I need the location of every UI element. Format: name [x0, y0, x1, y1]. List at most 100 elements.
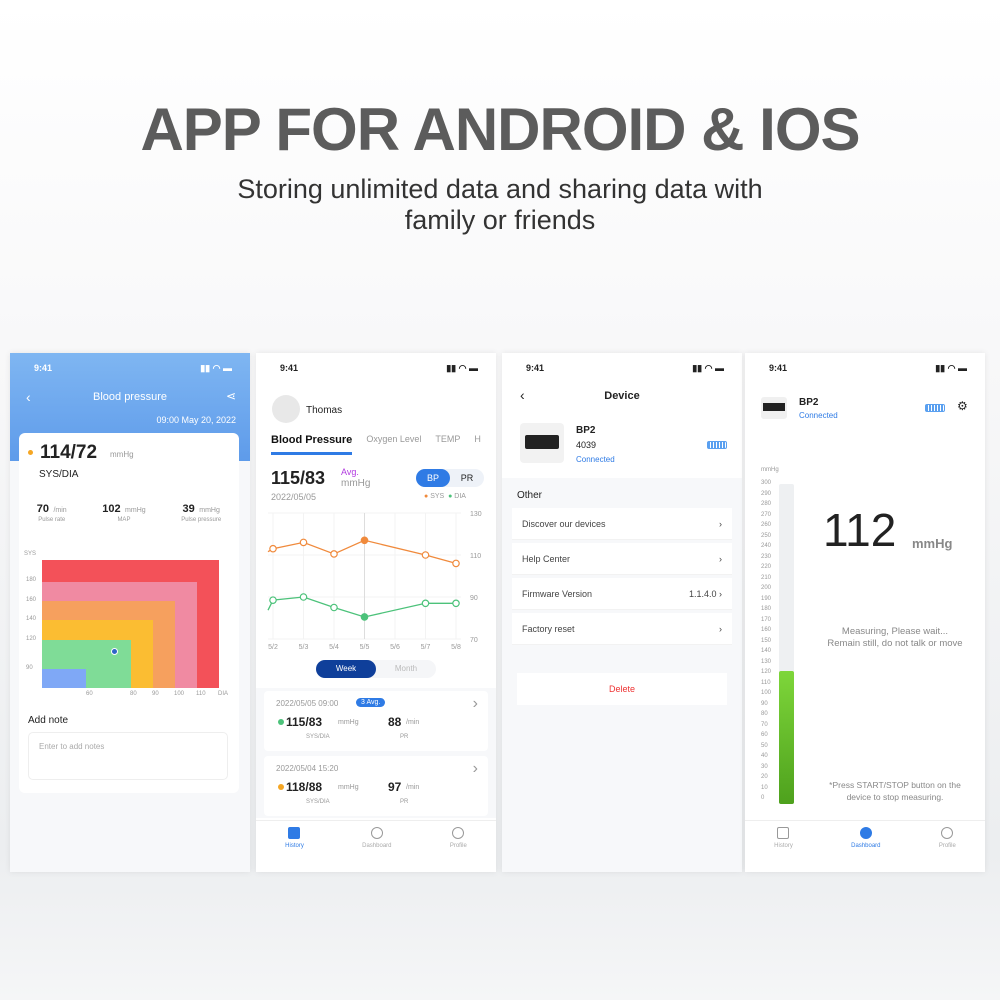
tab-dashboard[interactable]: Dashboard	[851, 827, 881, 872]
status-icons: ▮▮ ◠ ▬	[446, 363, 478, 373]
gauge-tick: 280	[761, 501, 772, 507]
tab-history[interactable]: History	[285, 827, 304, 872]
share-icon[interactable]: ⋖	[226, 389, 236, 403]
gauge-tick: 0	[761, 795, 765, 801]
legend-dia: DIA	[454, 493, 466, 500]
toggle-pr[interactable]: PR	[450, 469, 484, 487]
tab-profile[interactable]: Profile	[939, 827, 956, 872]
menu-firmware-version[interactable]: Firmware Version 1.1.4.0 ›	[512, 578, 732, 610]
bp-unit: mmHg	[110, 450, 134, 459]
zone-blue	[42, 669, 86, 688]
user-name: Thomas	[306, 405, 343, 416]
x-tick-label: 5/8	[451, 644, 461, 651]
record-time: 2022/05/04 15:20	[276, 764, 339, 773]
x-tick-label: 5/3	[299, 644, 309, 651]
stat-unit: mmHg	[199, 507, 220, 514]
note-input[interactable]: Enter to add notes	[28, 732, 228, 780]
gauge-tick: 270	[761, 511, 772, 518]
tab-label: Dashboard	[362, 843, 392, 849]
tab-bar: History Dashboard Profile	[256, 820, 496, 872]
gauge-tick: 70	[761, 721, 768, 728]
stat-pulse-rate: 70 /min Pulse rate	[37, 499, 67, 523]
tab-dashboard[interactable]: Dashboard	[362, 827, 392, 872]
status-time: 9:41	[34, 363, 53, 373]
record-pr-label: PR	[400, 799, 409, 805]
y-tick: 90	[26, 665, 33, 671]
tab-profile[interactable]: Profile	[450, 827, 467, 872]
x-tick-label: 5/7	[421, 644, 431, 651]
history-icon	[777, 827, 790, 839]
legend-sys: SYS	[430, 493, 445, 500]
hero: APP FOR ANDROID & IOS Storing unlimited …	[0, 95, 1000, 236]
toggle-bp[interactable]: BP	[416, 469, 450, 487]
chevron-right-icon: ›	[719, 588, 722, 599]
stat-unit: /min	[53, 507, 67, 514]
chevron-right-icon: ›	[719, 518, 722, 529]
tab-label: Dashboard	[851, 843, 881, 849]
gauge-tick: 30	[761, 763, 768, 770]
y-tick-label: 110	[470, 553, 481, 560]
tab-bar: History Dashboard Profile	[745, 820, 985, 872]
record-item[interactable]: 2022/05/04 15:20 › 118/88 mmHg SYS/DIA 9…	[264, 756, 488, 816]
gauge-tick: 190	[761, 595, 772, 602]
data-point-dia	[452, 599, 460, 608]
firmware-value: 1.1.4.0	[688, 588, 717, 599]
tab-more[interactable]: H	[474, 434, 481, 455]
metric-tabs: Blood Pressure Oxygen Level TEMP H	[271, 434, 481, 455]
gauge-tick: 100	[761, 690, 772, 696]
data-point-dia	[269, 596, 277, 604]
period-toggle: Week Month	[316, 660, 436, 678]
message-line: Remain still, do not talk or move	[827, 638, 963, 649]
tab-oxygen-level[interactable]: Oxygen Level	[366, 434, 421, 455]
chevron-right-icon: ›	[472, 695, 478, 712]
gauge-tick: 230	[761, 553, 772, 560]
device-name: BP2	[799, 397, 819, 408]
hint-line: *Press START/STOP button on the	[829, 780, 961, 790]
status-icons: ▮▮ ◠ ▬	[692, 363, 724, 373]
avg-badge: 3 Avg.	[356, 698, 386, 707]
screen-dashboard-measuring: 9:41 ▮▮ ◠ ▬ BP2 Connected ⚙ mmHg 300 290 28…	[745, 353, 985, 872]
stat-label: MAP	[117, 517, 131, 523]
period-month[interactable]: Month	[376, 660, 436, 678]
tab-history[interactable]: History	[774, 827, 793, 872]
pressure-gauge	[779, 484, 794, 804]
badge-count: 3	[361, 699, 365, 706]
chevron-right-icon: ›	[472, 760, 478, 777]
gear-icon[interactable]: ⚙	[957, 399, 968, 413]
record-time: 2022/05/05 09:00	[276, 699, 339, 708]
period-week[interactable]: Week	[316, 660, 376, 678]
gauge-tick: 240	[761, 543, 772, 549]
subtitle-line: family or friends	[404, 205, 596, 235]
bp-label: SYS/DIA	[39, 469, 79, 480]
tab-label: Profile	[938, 843, 956, 849]
screen-title: Blood pressure	[93, 391, 167, 403]
record-bp-label: SYS/DIA	[306, 734, 330, 740]
tab-label: Profile	[449, 843, 467, 849]
bp-pr-toggle: BP PR	[416, 469, 484, 487]
delete-button[interactable]: Delete	[517, 673, 727, 705]
record-pr-unit: /min	[406, 784, 420, 791]
gauge-tick: 180	[761, 606, 772, 612]
record-pr: 88	[388, 715, 402, 729]
x-tick: 60	[86, 691, 93, 697]
data-point-sys	[421, 551, 430, 559]
tab-blood-pressure[interactable]: Blood Pressure	[271, 434, 353, 455]
menu-factory-reset[interactable]: Factory reset ›	[512, 613, 732, 645]
stats-row: 70 /min Pulse rate 102 mmHg MAP 39 mmHg Pul…	[19, 499, 239, 523]
record-pr-label: PR	[400, 734, 409, 740]
menu-help-center[interactable]: Help Center ›	[512, 543, 732, 575]
pressure-value: 112	[823, 504, 897, 556]
x-tick: 80	[130, 691, 137, 697]
bp-reading: 114/72	[40, 442, 98, 463]
gauge-tick: 300	[761, 480, 772, 486]
device-name: BP2	[576, 425, 596, 436]
x-tick: 110	[196, 691, 206, 697]
gauge-tick: 110	[761, 679, 771, 686]
device-status: Connected	[576, 455, 615, 464]
menu-discover-devices[interactable]: Discover our devices ›	[512, 508, 732, 540]
record-item[interactable]: 2022/05/05 09:00 3 Avg. › 115/83 mmHg SY…	[264, 691, 488, 751]
add-note-label: Add note	[28, 715, 69, 726]
chevron-right-icon: ›	[719, 553, 722, 564]
avatar[interactable]	[272, 395, 300, 423]
tab-temp[interactable]: TEMP	[435, 434, 460, 455]
